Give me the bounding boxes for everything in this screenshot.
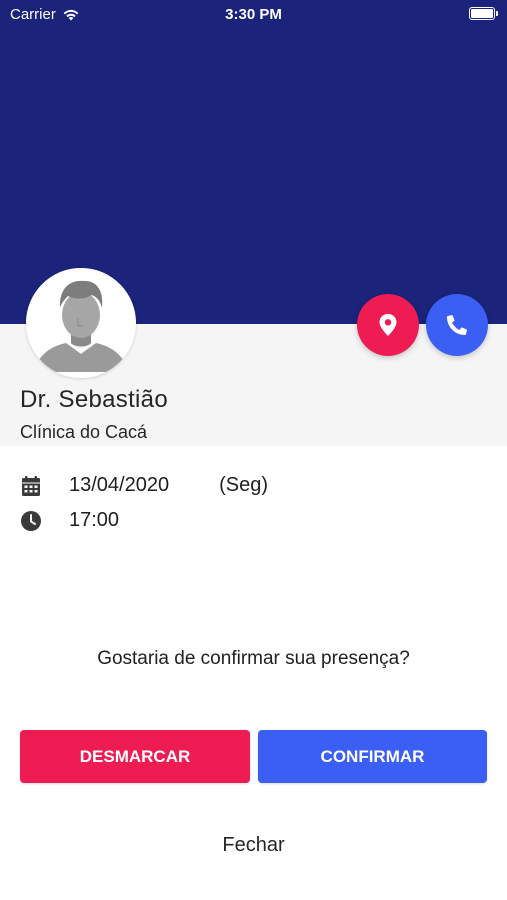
avatar [26,268,136,378]
battery-icon [469,7,498,20]
confirm-appointment-button[interactable]: CONFIRMAR [258,730,487,783]
appointment-time: 17:00 [69,509,120,531]
status-time: 3:30 PM [225,6,282,23]
phone-icon [447,315,467,335]
close-button[interactable]: Fechar [0,834,507,857]
clock-icon [20,510,42,532]
doctor-name: Dr. Sebastião [20,386,168,413]
phone-button[interactable] [426,294,488,356]
appointment-date: 13/04/2020 [69,474,170,496]
confirmation-question: Gostaria de confirmar sua presença? [97,648,410,669]
location-pin-icon [379,314,397,336]
status-bar: Carrier 3:30 PM [0,0,507,30]
appointment-weekday: (Seg) [219,474,269,496]
person-silhouette-icon [26,268,136,378]
cancel-appointment-button[interactable]: DESMARCAR [20,730,250,783]
calendar-icon [20,475,42,497]
location-button[interactable] [357,294,419,356]
appointment-time-row: 17:00 [20,509,119,532]
clinic-name: Clínica do Cacá [20,422,148,442]
appointment-date-row: 13/04/2020 (Seg) [20,474,268,497]
